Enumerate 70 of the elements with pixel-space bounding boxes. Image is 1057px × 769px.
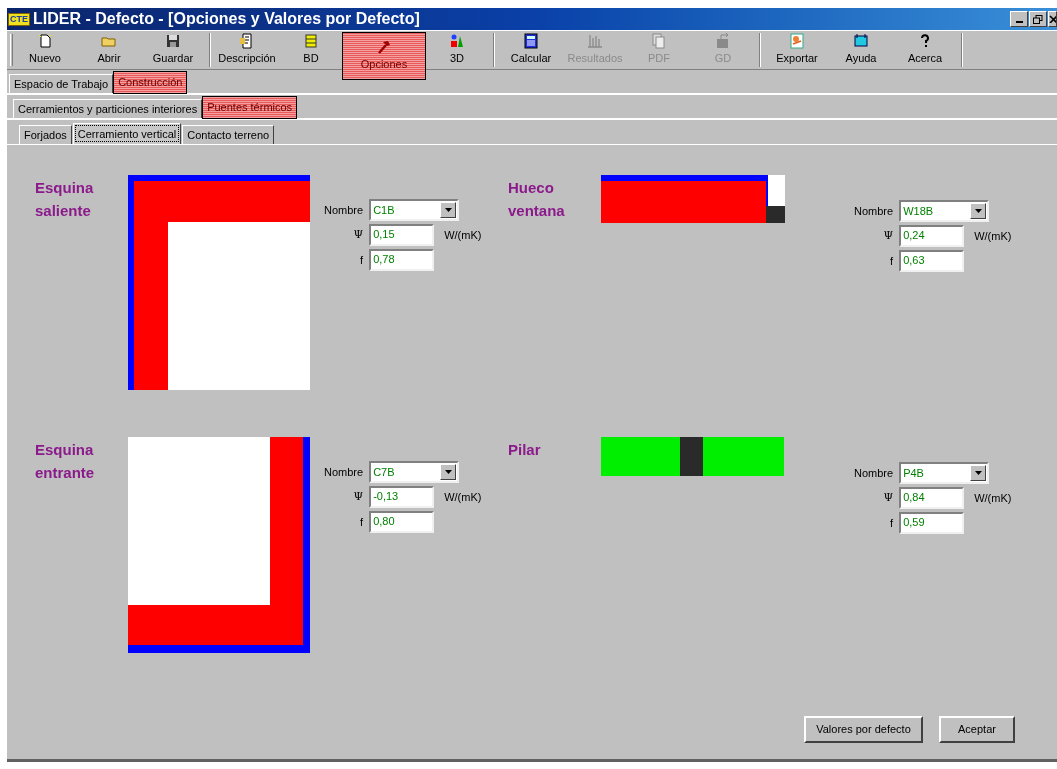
thermal-bridge-title: Hueco ventana (508, 178, 566, 221)
close-button[interactable] (1048, 11, 1057, 27)
field-label: f (889, 515, 894, 531)
field-label: Nombre (854, 203, 894, 219)
toolbar-button[interactable]: Calcular (499, 31, 563, 69)
thermal-bridge-title: Pilar (508, 440, 542, 460)
restore-button[interactable] (1029, 11, 1047, 27)
toolbar-button[interactable]: Opciones (343, 33, 425, 79)
hammer-icon (376, 39, 392, 56)
help-book-icon (853, 33, 869, 50)
psi-field[interactable]: 0,15 (369, 224, 435, 246)
f-factor-field[interactable]: 0,80 (369, 511, 435, 533)
field-label: f (889, 253, 894, 269)
toolbar-button[interactable]: Descripción (215, 31, 279, 69)
tab[interactable]: Forjados (19, 125, 72, 144)
calculator-icon (523, 33, 539, 50)
shapes-icon (449, 33, 465, 50)
accept-button[interactable]: Aceptar (939, 716, 1015, 743)
f-factor-field[interactable]: 0,59 (899, 512, 965, 534)
tab[interactable]: Puentes térmicos (203, 97, 297, 118)
f-factor-field[interactable]: 0,78 (369, 249, 435, 271)
thermal-bridge-title: Esquina saliente (35, 178, 95, 221)
default-values-button[interactable]: Valores por defecto (804, 716, 923, 743)
tab[interactable]: Construcción (114, 72, 187, 93)
psi-field[interactable]: 0,84 (899, 487, 965, 509)
field-label: Ψ (352, 226, 364, 243)
field-label: f (359, 514, 364, 530)
tab[interactable]: Cerramiento vertical (72, 123, 182, 144)
tab[interactable]: Contacto terreno (182, 125, 275, 144)
name-dropdown[interactable]: C7B (369, 461, 460, 483)
box-icon (715, 33, 731, 50)
thermal-bridge-title: Esquina entrante (35, 440, 96, 483)
tab[interactable]: Cerramientos y particiones interiores (13, 99, 203, 118)
field-label: Nombre (854, 465, 894, 481)
name-dropdown[interactable]: P4B (899, 462, 990, 484)
toolbar-button[interactable]: 3D (425, 31, 489, 69)
field-label: Nombre (324, 202, 364, 218)
export-icon (789, 33, 805, 50)
pages-icon (651, 33, 667, 50)
toolbar-button[interactable]: Abrir (77, 31, 141, 69)
toolbar-button[interactable]: Acerca (893, 31, 957, 69)
toolbar-button[interactable]: Ayuda (829, 31, 893, 69)
psi-field[interactable]: 0,24 (899, 225, 965, 247)
unit-label: W/(mK) (444, 489, 482, 505)
unit-label: W/(mK) (974, 228, 1012, 244)
app-logo: CTE (8, 12, 30, 26)
name-dropdown[interactable]: C1B (369, 199, 460, 221)
new-page-icon (37, 33, 53, 50)
f-factor-field[interactable]: 0,63 (899, 250, 965, 272)
field-label: Nombre (324, 464, 364, 480)
toolbar-button[interactable]: Guardar (141, 31, 205, 69)
field-label: Ψ (882, 489, 894, 506)
toolbar-button[interactable]: BD (279, 31, 343, 69)
toolbar-button[interactable]: Nuevo (13, 31, 77, 69)
psi-field[interactable]: -0,13 (369, 486, 435, 508)
database-icon (303, 33, 319, 50)
minimize-button[interactable] (1010, 11, 1028, 27)
restore-icon (1033, 14, 1043, 24)
document-icon (239, 33, 255, 50)
window-title: LIDER - Defecto - [Opciones y Valores por Defecto] (33, 9, 420, 29)
field-label: Ψ (352, 488, 364, 505)
tab[interactable]: Espacio de Trabajo (9, 74, 114, 93)
field-label: Ψ (882, 227, 894, 244)
toolbar-button[interactable]: Exportar (765, 31, 829, 69)
bar-chart-icon (587, 33, 603, 50)
field-label: f (359, 252, 364, 268)
unit-label: W/(mK) (444, 227, 482, 243)
name-dropdown[interactable]: W18B (899, 200, 990, 222)
unit-label: W/(mK) (974, 490, 1012, 506)
close-icon (1049, 15, 1056, 23)
